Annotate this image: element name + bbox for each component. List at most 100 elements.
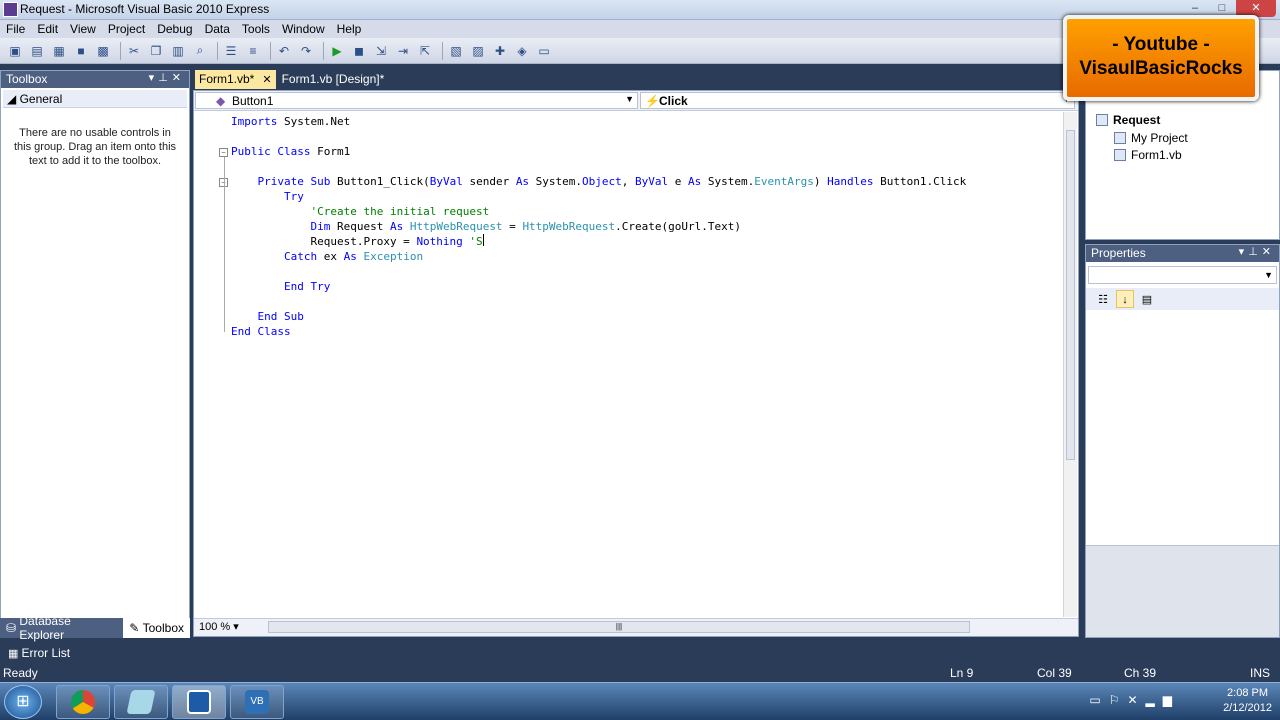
toolbox-panel: Toolbox ▾⊥✕ ◢ General There are no usabl…	[0, 70, 190, 638]
start-debugging-icon[interactable]: ▶	[328, 42, 346, 60]
panel-controls[interactable]: ▾⊥✕	[149, 71, 185, 84]
toolbox-group-general[interactable]: ◢ General	[3, 90, 187, 108]
tab-database-explorer[interactable]: ⛁ Database Explorer	[0, 614, 123, 642]
close-tab-icon[interactable]: ✕	[262, 74, 271, 86]
clock-date: 2/12/2012	[1223, 702, 1272, 714]
toolbox-header: Toolbox ▾⊥✕	[1, 71, 189, 88]
properties-panel: Properties ▾⊥✕ ▼ ☷ ↓ ▤	[1085, 244, 1280, 638]
status-text: Ready	[3, 666, 38, 680]
paste-icon[interactable]: ▥	[169, 42, 187, 60]
toolbox-bottom-tabs: ⛁ Database Explorer ✎ Toolbox	[0, 614, 190, 642]
property-pages-icon[interactable]: ▤	[1138, 290, 1156, 308]
stop-icon[interactable]: ◼	[350, 42, 368, 60]
form-icon	[1114, 149, 1126, 161]
object-selector[interactable]: ▼	[1088, 266, 1277, 284]
menu-debug[interactable]: Debug	[151, 20, 198, 38]
menu-edit[interactable]: Edit	[31, 20, 64, 38]
scroll-thumb[interactable]	[1066, 130, 1075, 460]
notepad-taskbar-button[interactable]	[114, 685, 168, 719]
dropdown-arrow-icon: ▼	[625, 94, 634, 104]
error-list-icon: ▦	[8, 647, 22, 660]
method-name-dropdown[interactable]: ⚡ Click ▼	[640, 92, 1075, 109]
find-icon[interactable]: ⌕	[191, 42, 209, 60]
database-icon: ⛁	[6, 621, 20, 635]
taskbar: ⊞ VB ▭⚐✕▂▆ 2:08 PM 2/12/2012	[0, 682, 1280, 720]
solution-item-my-project[interactable]: My Project	[1114, 131, 1188, 145]
status-bar: Ready Ln 9 Col 39 Ch 39 INS	[0, 664, 1280, 682]
horizontal-scrollbar[interactable]: |||	[268, 621, 970, 633]
class-name-dropdown[interactable]: ◆ Button1 ▼	[195, 92, 638, 109]
chrome-taskbar-button[interactable]	[56, 685, 110, 719]
object-browser-icon[interactable]: ◈	[513, 42, 531, 60]
step-out-icon[interactable]: ⇱	[416, 42, 434, 60]
toolbox-icon[interactable]: ✚	[491, 42, 509, 60]
vb-icon: VB	[245, 690, 269, 714]
open-file-icon[interactable]: ▤	[28, 42, 46, 60]
properties-toolbar: ☷ ↓ ▤	[1086, 288, 1279, 310]
project-icon	[1096, 114, 1108, 126]
tab-toolbox[interactable]: ✎ Toolbox	[123, 618, 190, 638]
system-tray-icons[interactable]: ▭⚐✕▂▆	[1089, 693, 1180, 707]
code-gutter	[195, 112, 223, 622]
tab-form1-code[interactable]: Form1.vb* ✕	[195, 70, 276, 89]
clock[interactable]: 2:08 PM 2/12/2012	[1223, 686, 1272, 716]
categorized-icon[interactable]: ☷	[1094, 290, 1112, 308]
chrome-icon	[71, 690, 95, 714]
menu-window[interactable]: Window	[276, 20, 331, 38]
document-tabs: Form1.vb* ✕ Form1.vb [Design]*	[195, 70, 1075, 89]
solution-root[interactable]: Request	[1096, 113, 1160, 127]
toolbox-title: Toolbox	[6, 72, 48, 86]
char-number: Ch 39	[1124, 666, 1157, 680]
uncomment-icon[interactable]: ≡	[244, 42, 262, 60]
toolbox-empty-message: There are no usable controls in this gro…	[13, 127, 177, 167]
collapse-icon: ◢	[7, 92, 20, 106]
menu-file[interactable]: File	[0, 20, 31, 38]
step-into-icon[interactable]: ⇲	[372, 42, 390, 60]
menu-help[interactable]: Help	[331, 20, 368, 38]
watermark-line1: - Youtube -	[1112, 34, 1210, 55]
clock-time: 2:08 PM	[1227, 687, 1269, 699]
comment-icon[interactable]: ☰	[222, 42, 240, 60]
properties-title: Properties	[1091, 246, 1146, 260]
properties-description	[1086, 545, 1279, 637]
zoom-dropdown[interactable]: 100 % ▾	[196, 620, 252, 635]
panel-controls[interactable]: ▾⊥✕	[1239, 245, 1275, 258]
save-icon[interactable]: ■	[72, 42, 90, 60]
menu-tools[interactable]: Tools	[236, 20, 276, 38]
cut-icon[interactable]: ✂	[125, 42, 143, 60]
step-over-icon[interactable]: ⇥	[394, 42, 412, 60]
code-editor[interactable]: ◆ Button1 ▼ ⚡ Click ▼ − − Imports System…	[193, 90, 1079, 637]
redo-icon[interactable]: ↷	[297, 42, 315, 60]
add-item-icon[interactable]: ▦	[50, 42, 68, 60]
error-list-tab[interactable]: ▦ Error List	[0, 643, 130, 663]
notepad-icon	[126, 690, 156, 714]
navigation-bar: ◆ Button1 ▼ ⚡ Click ▼	[194, 91, 1078, 111]
undo-icon[interactable]: ↶	[275, 42, 293, 60]
solution-item-form1[interactable]: Form1.vb	[1114, 148, 1182, 162]
code-text[interactable]: Imports System.Net Public Class Form1 Pr…	[231, 114, 966, 339]
app-icon	[3, 2, 18, 17]
start-button[interactable]: ⊞	[4, 685, 42, 719]
horizontal-bar: 100 % ▾ |||	[194, 618, 1078, 636]
visual-basic-taskbar-button[interactable]: VB	[230, 685, 284, 719]
group-label: General	[19, 92, 63, 106]
properties-header: Properties ▾⊥✕	[1086, 245, 1279, 262]
properties-icon[interactable]: ▨	[469, 42, 487, 60]
column-number: Col 39	[1037, 666, 1072, 680]
new-project-icon[interactable]: ▣	[6, 42, 24, 60]
insert-mode: INS	[1250, 666, 1271, 680]
menu-project[interactable]: Project	[102, 20, 151, 38]
solution-explorer-icon[interactable]: ▧	[447, 42, 465, 60]
tab-form1-design[interactable]: Form1.vb [Design]*	[278, 70, 389, 89]
collapse-class-icon[interactable]: −	[219, 148, 228, 157]
save-all-icon[interactable]: ▩	[94, 42, 112, 60]
menu-data[interactable]: Data	[199, 20, 236, 38]
my-project-icon	[1114, 132, 1126, 144]
error-list-icon[interactable]: ▭	[535, 42, 553, 60]
vertical-scrollbar[interactable]	[1063, 112, 1077, 617]
menu-view[interactable]: View	[64, 20, 102, 38]
screen-recorder-taskbar-button[interactable]	[172, 685, 226, 719]
copy-icon[interactable]: ❐	[147, 42, 165, 60]
line-number: Ln 9	[950, 666, 974, 680]
alphabetical-icon[interactable]: ↓	[1116, 290, 1134, 308]
